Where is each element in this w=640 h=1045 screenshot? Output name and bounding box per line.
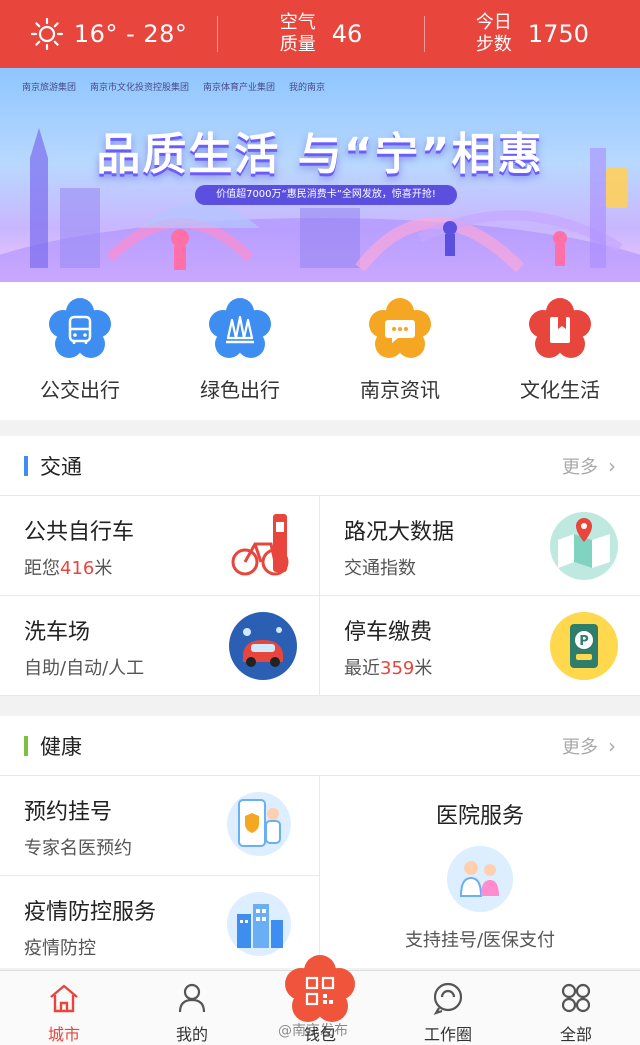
service-parking[interactable]: 停车缴费 最近359米 P <box>320 596 640 696</box>
air-label-1: 空气 <box>279 12 316 33</box>
user-icon <box>178 983 206 1013</box>
tab-label: 我的 <box>175 1025 208 1044</box>
quick-entry-row: 公交出行 绿色出行 南京资讯 文化生活 <box>0 282 640 420</box>
service-car-wash[interactable]: 洗车场 自助/自动/人工 <box>0 596 320 696</box>
air-quality-widget[interactable]: 空气 质量 46 <box>218 0 423 68</box>
banner-subtitle: 价值超7000万“惠民消费卡”全网发放，惊喜开抢! <box>195 185 457 205</box>
chevron-right-icon: › <box>608 733 616 758</box>
temperature-range: 16° - 28° <box>73 20 188 48</box>
tab-label: 城市 <box>47 1025 80 1044</box>
tab-label: 全部 <box>559 1025 592 1044</box>
service-traffic-data[interactable]: 路况大数据 交通指数 <box>320 496 640 596</box>
quick-item-label: 南京资讯 <box>360 378 440 402</box>
traffic-grid: 公共自行车 距您416米 路况大数据 交通指数 洗车场 自助/自动/人工 停车缴… <box>0 496 640 696</box>
more-link[interactable]: 更多 › <box>562 453 616 479</box>
logo-text: 我的南京 <box>289 83 326 93</box>
sun-icon <box>30 17 64 51</box>
bookmark-icon <box>529 298 591 358</box>
distance-unit: 米 <box>414 658 433 679</box>
health-section: 健康 更多 › 预约挂号 专家名医预约 疫情防控服务 疫情防控 医院服务 支持挂… <box>0 716 640 976</box>
steps-widget[interactable]: 今日 步数 1750 <box>425 0 640 68</box>
service-epidemic[interactable]: 疫情防控服务 疫情防控 <box>0 876 320 976</box>
chevron-right-icon: › <box>608 453 616 478</box>
distance-prefix: 最近 <box>344 658 380 679</box>
promo-banner[interactable]: 南京旅游集团 南京市文化投资控股集团 南京体育产业集团 我的南京 品质生活 与“… <box>0 68 640 282</box>
distance-value: 416 <box>60 558 95 579</box>
steps-label-2: 步数 <box>475 34 512 55</box>
bicycle-icon <box>231 514 289 576</box>
service-hospital[interactable]: 医院服务 支持挂号/医保支付 <box>320 776 640 968</box>
qr-wallet-icon[interactable] <box>283 954 357 1028</box>
tab-all[interactable]: 全部 <box>512 971 640 1045</box>
quick-item-label: 绿色出行 <box>200 378 280 402</box>
more-link[interactable]: 更多 › <box>562 733 616 759</box>
home-icon <box>50 984 78 1013</box>
air-quality-value: 46 <box>331 20 363 48</box>
distance-unit: 米 <box>94 558 113 579</box>
section-accent-bar <box>24 735 28 756</box>
quick-item-label: 公交出行 <box>40 378 120 402</box>
section-header: 健康 更多 › <box>0 716 640 776</box>
section-title: 交通 <box>40 454 82 479</box>
quick-item-news[interactable]: 南京资讯 <box>320 282 480 420</box>
quick-item-bus[interactable]: 公交出行 <box>0 282 160 420</box>
svg-text:P: P <box>579 634 589 649</box>
parking-icon: P <box>550 612 618 680</box>
logo-text: 南京体育产业集团 <box>203 83 276 93</box>
grid-icon <box>561 983 591 1013</box>
more-label: 更多 <box>562 736 598 758</box>
service-appointment[interactable]: 预约挂号 专家名医预约 <box>0 776 320 876</box>
steps-value: 1750 <box>527 20 589 48</box>
bus-icon <box>49 298 111 358</box>
section-accent-bar <box>24 455 28 476</box>
section-header: 交通 更多 › <box>0 436 640 496</box>
doctors-icon <box>447 846 513 912</box>
air-label-2: 质量 <box>279 34 316 55</box>
city-buildings-icon <box>227 892 291 956</box>
trees-icon <box>209 298 271 358</box>
traffic-section: 交通 更多 › 公共自行车 距您416米 路况大数据 交通指数 洗车场 自助/自… <box>0 436 640 696</box>
banner-headline: 品质生活 与“宁”相惠 <box>96 129 544 180</box>
tab-mine[interactable]: 我的 <box>128 971 256 1045</box>
logo-text: 南京旅游集团 <box>22 83 77 93</box>
quick-item-culture[interactable]: 文化生活 <box>480 282 640 420</box>
car-wash-icon <box>229 612 297 680</box>
quick-item-label: 文化生活 <box>520 378 600 402</box>
more-label: 更多 <box>562 456 598 478</box>
logo-text: 南京市文化投资控股集团 <box>90 83 190 93</box>
service-title: 医院服务 <box>435 804 524 829</box>
tab-work-circle[interactable]: 工作圈 <box>384 971 512 1045</box>
quick-item-green-travel[interactable]: 绿色出行 <box>160 282 320 420</box>
health-grid: 预约挂号 专家名医预约 疫情防控服务 疫情防控 医院服务 支持挂号/医保支付 <box>0 776 640 976</box>
map-icon <box>550 512 618 580</box>
weather-widget[interactable]: 16° - 28° <box>0 0 217 68</box>
section-title: 健康 <box>40 734 82 759</box>
circle-chat-icon <box>433 982 463 1015</box>
service-public-bike[interactable]: 公共自行车 距您416米 <box>0 496 320 596</box>
chat-icon <box>369 298 431 358</box>
info-bar: 16° - 28° 空气 质量 46 今日 步数 1750 <box>0 0 640 68</box>
distance-value: 359 <box>380 658 415 679</box>
watermark: @南京发布 <box>278 1023 348 1039</box>
distance-prefix: 距您 <box>24 558 60 579</box>
tab-city[interactable]: 城市 <box>0 971 128 1045</box>
steps-label-1: 今日 <box>475 12 512 33</box>
partner-logos: 南京旅游集团 南京市文化投资控股集团 南京体育产业集团 我的南京 <box>22 80 325 93</box>
service-subtitle: 支持挂号/医保支付 <box>404 930 556 951</box>
phone-doctor-icon <box>227 792 291 856</box>
tab-label: 工作圈 <box>423 1025 472 1044</box>
